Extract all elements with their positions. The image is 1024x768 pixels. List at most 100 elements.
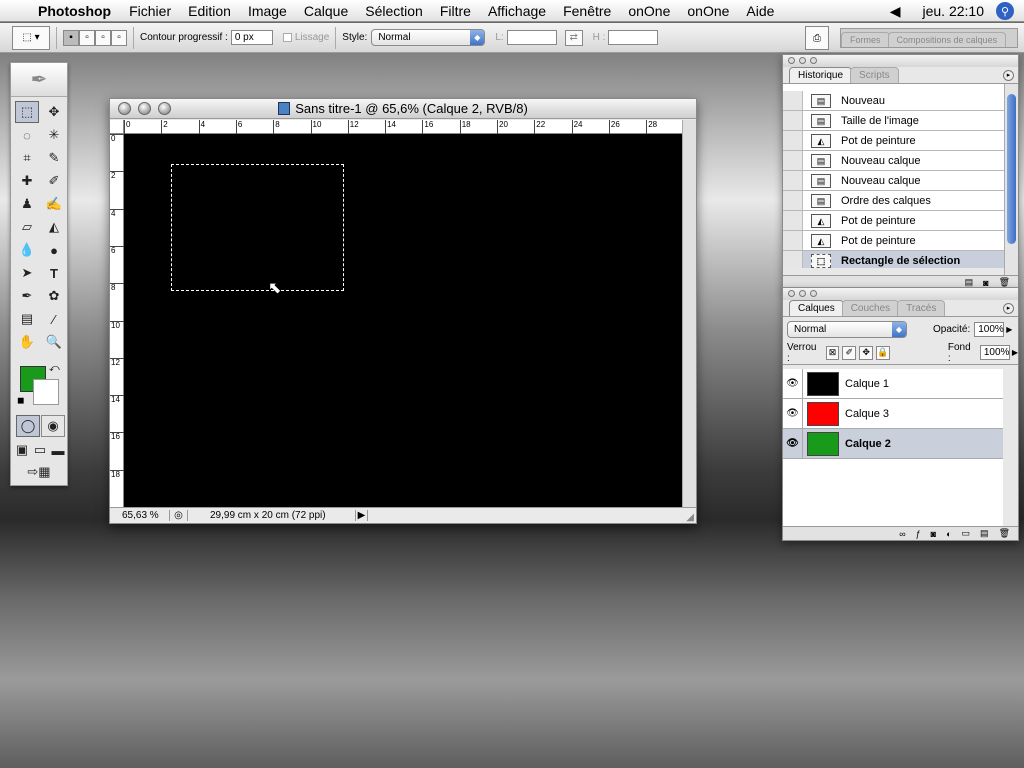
eraser-tool-icon[interactable]: ▱: [15, 216, 39, 238]
blur-tool-icon[interactable]: 💧: [15, 239, 39, 261]
new-snapshot-icon[interactable]: ◙: [983, 278, 988, 288]
document-titlebar[interactable]: Sans titre-1 @ 65,6% (Calque 2, RVB/8): [110, 99, 696, 119]
history-brush-tool-icon[interactable]: ✍: [42, 193, 66, 215]
new-group-icon[interactable]: ▭: [962, 528, 971, 539]
rectangular-selection[interactable]: [171, 164, 344, 291]
paint-bucket-tool-icon[interactable]: ◭: [42, 216, 66, 238]
feather-input[interactable]: 0 px: [230, 30, 273, 45]
clone-stamp-tool-icon[interactable]: ♟: [15, 193, 39, 215]
selection-mode-add-icon[interactable]: ▫: [79, 29, 95, 46]
adjustment-layer-icon[interactable]: ◐: [946, 529, 951, 539]
swap-colors-icon[interactable]: ⤺: [49, 363, 60, 374]
layer-style-icon[interactable]: ƒ: [916, 529, 921, 539]
panel-menu-icon[interactable]: ▸: [1003, 303, 1014, 314]
snapshot-source-checkbox[interactable]: [783, 171, 803, 190]
history-item[interactable]: ◭ Pot de peinture: [783, 231, 1005, 251]
height-input[interactable]: [608, 30, 659, 45]
layer-row-active[interactable]: 👁 Calque 2: [783, 429, 1003, 459]
snapshot-source-checkbox[interactable]: [783, 91, 803, 110]
add-mask-icon[interactable]: ◙: [931, 529, 936, 539]
menu-app-name[interactable]: Photoshop: [38, 3, 111, 19]
fill-input[interactable]: 100%: [979, 345, 1010, 360]
type-tool-icon[interactable]: T: [42, 262, 66, 284]
lock-transparency-icon[interactable]: ⊠: [825, 345, 840, 360]
jump-to-imageready-icon[interactable]: ⇨▦: [17, 461, 61, 483]
lock-position-icon[interactable]: ✥: [859, 345, 874, 360]
dodge-tool-icon[interactable]: ●: [42, 239, 66, 261]
brush-tool-icon[interactable]: ✐: [42, 170, 66, 192]
history-item[interactable]: ◭ Pot de peinture: [783, 211, 1005, 231]
snapshot-source-checkbox[interactable]: [783, 251, 803, 268]
menu-onone-2[interactable]: onOne: [687, 3, 729, 19]
scroll-thumb[interactable]: [1007, 94, 1016, 244]
ruler-origin[interactable]: [110, 120, 124, 134]
healing-brush-tool-icon[interactable]: ✚: [15, 170, 39, 192]
selection-mode-new-icon[interactable]: ▪: [63, 29, 79, 46]
screen-mode-standard-icon[interactable]: ▣: [13, 439, 31, 461]
visibility-eye-icon[interactable]: 👁: [783, 369, 803, 398]
shape-tool-icon[interactable]: ✿: [42, 285, 66, 307]
swap-dimensions-icon[interactable]: ⇄: [564, 29, 583, 46]
zoom-level[interactable]: 65,63 %: [110, 510, 170, 521]
default-colors-icon[interactable]: ◼: [17, 395, 24, 406]
well-tab-compositions[interactable]: Compositions de calques: [887, 32, 1007, 47]
history-item[interactable]: ▤ Ordre des calques: [783, 191, 1005, 211]
slice-tool-icon[interactable]: ✎: [42, 147, 66, 169]
tab-calques[interactable]: Calques: [789, 300, 844, 316]
tab-scripts[interactable]: Scripts: [850, 67, 899, 83]
file-browser-icon[interactable]: ⎙: [805, 26, 829, 50]
magic-wand-tool-icon[interactable]: ✳: [42, 124, 66, 146]
panel-close-button[interactable]: [788, 290, 795, 297]
status-info-icon[interactable]: ◎: [170, 510, 188, 521]
history-item[interactable]: ▤ Nouveau: [783, 91, 1005, 111]
volume-icon[interactable]: ◀: [890, 3, 901, 20]
horizontal-ruler[interactable]: 0 2 4 6 8 10 12 14 16 18 20 22 24 26 28: [124, 120, 682, 134]
standard-mode-icon[interactable]: ◯: [16, 415, 40, 437]
menu-filtre[interactable]: Filtre: [440, 3, 471, 19]
menu-aide[interactable]: Aide: [746, 3, 774, 19]
document-scrollbar[interactable]: [682, 120, 696, 508]
history-item-active[interactable]: ⬚ Rectangle de sélection: [783, 251, 1005, 268]
panel-close-button[interactable]: [788, 57, 795, 64]
menu-onone-1[interactable]: onOne: [628, 3, 670, 19]
zoom-tool-icon[interactable]: 🔍: [42, 331, 66, 353]
fill-slider-arrow-icon[interactable]: ▶: [1012, 348, 1018, 357]
marquee-tool-icon[interactable]: ⬚: [15, 101, 39, 123]
opacity-input[interactable]: 100%: [974, 321, 1005, 337]
delete-layer-icon[interactable]: 🗑: [999, 528, 1010, 539]
hand-tool-icon[interactable]: ✋: [15, 331, 39, 353]
lock-all-icon[interactable]: 🔒: [876, 345, 890, 360]
lock-pixels-icon[interactable]: ✐: [842, 345, 857, 360]
opacity-slider-arrow-icon[interactable]: ▶: [1006, 325, 1012, 334]
screen-mode-menu-icon[interactable]: ▭: [31, 439, 49, 461]
move-tool-icon[interactable]: ✥: [42, 101, 66, 123]
width-input[interactable]: [506, 30, 557, 45]
snapshot-source-checkbox[interactable]: [783, 211, 803, 230]
panel-minimize-button[interactable]: [799, 290, 806, 297]
history-item[interactable]: ◭ Pot de peinture: [783, 131, 1005, 151]
tab-couches[interactable]: Couches: [841, 300, 900, 316]
spotlight-icon[interactable]: ⚲: [996, 2, 1014, 20]
antialias-checkbox[interactable]: [282, 33, 292, 42]
well-tab-formes[interactable]: Formes: [841, 32, 890, 47]
toolbox-feather-icon[interactable]: ✒: [11, 63, 67, 97]
layer-row[interactable]: 👁 Calque 1: [783, 369, 1003, 399]
menu-selection[interactable]: Sélection: [365, 3, 423, 19]
notes-tool-icon[interactable]: ▤: [15, 308, 39, 330]
history-item[interactable]: ▤ Nouveau calque: [783, 151, 1005, 171]
selection-mode-intersect-icon[interactable]: ▫: [111, 29, 127, 46]
snapshot-source-checkbox[interactable]: [783, 111, 803, 130]
new-layer-icon[interactable]: ▤: [980, 528, 989, 539]
quick-mask-mode-icon[interactable]: ◉: [41, 415, 65, 437]
panel-zoom-button[interactable]: [810, 290, 817, 297]
visibility-eye-icon[interactable]: 👁: [783, 399, 803, 428]
selection-mode-subtract-icon[interactable]: ▫: [95, 29, 111, 46]
panel-menu-icon[interactable]: ▸: [1003, 70, 1014, 81]
menu-fichier[interactable]: Fichier: [129, 3, 171, 19]
history-item[interactable]: ▤ Nouveau calque: [783, 171, 1005, 191]
path-selection-tool-icon[interactable]: ➤: [15, 262, 39, 284]
style-select[interactable]: Normal ◆: [371, 29, 486, 46]
link-layers-icon[interactable]: ∞: [899, 529, 905, 539]
menu-edition[interactable]: Edition: [188, 3, 231, 19]
lasso-tool-icon[interactable]: ◌: [15, 124, 39, 146]
